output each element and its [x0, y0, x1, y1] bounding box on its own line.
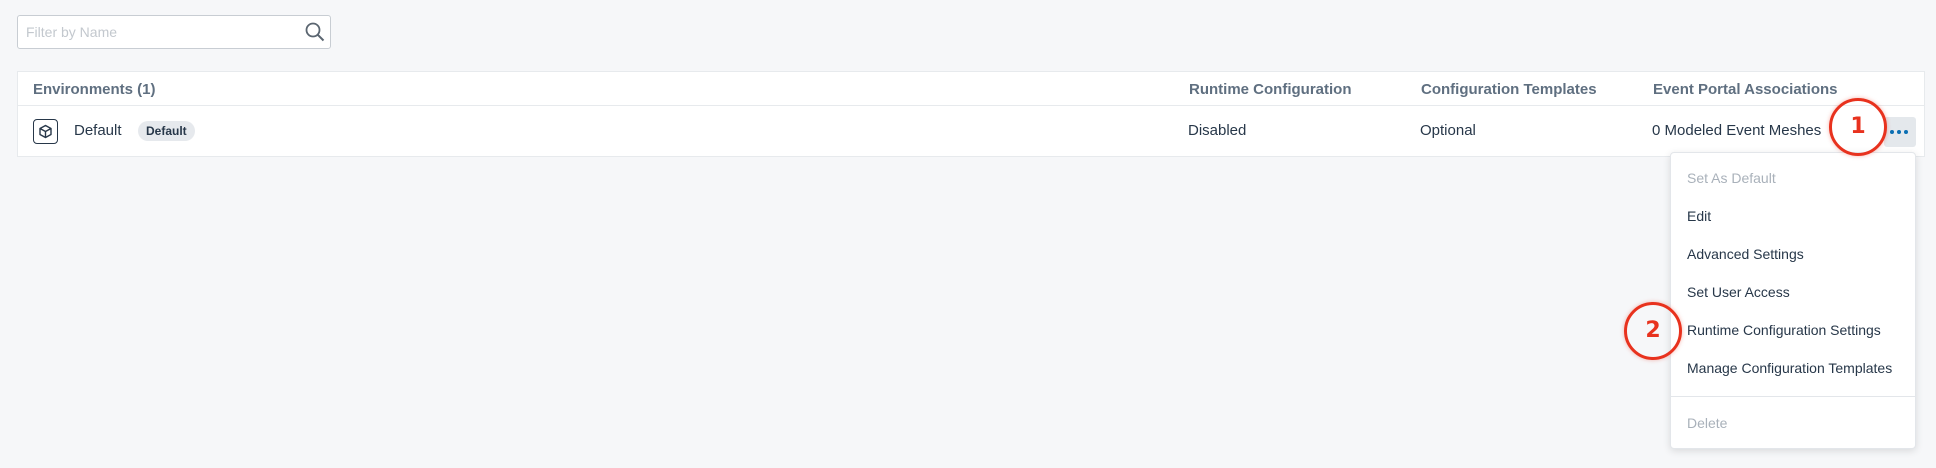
step-marker-2: 2 [1624, 302, 1682, 360]
environment-cube-icon [33, 119, 58, 144]
more-actions-button[interactable] [1884, 117, 1916, 147]
filter-search-box [17, 15, 331, 49]
table-row[interactable]: Default Default Disabled Optional 0 Mode… [18, 106, 1924, 157]
menu-item-set-user-access[interactable]: Set User Access [1687, 284, 1790, 300]
menu-divider [1671, 396, 1915, 397]
default-badge: Default [138, 121, 195, 141]
column-header-configuration-templates[interactable]: Configuration Templates [1421, 81, 1597, 98]
column-header-event-portal-associations[interactable]: Event Portal Associations [1653, 81, 1838, 98]
event-portal-associations-value[interactable]: 0 Modeled Event Meshes [1652, 122, 1821, 139]
menu-item-runtime-configuration-settings[interactable]: Runtime Configuration Settings [1687, 322, 1881, 338]
environments-table: Environments (1) Runtime Configuration C… [17, 71, 1925, 157]
runtime-configuration-value: Disabled [1188, 122, 1247, 139]
column-header-runtime-configuration[interactable]: Runtime Configuration [1189, 81, 1351, 98]
column-header-environments[interactable]: Environments (1) [33, 81, 156, 98]
configuration-templates-value: Optional [1420, 122, 1476, 139]
environment-name[interactable]: Default [74, 122, 122, 139]
table-header: Environments (1) Runtime Configuration C… [18, 72, 1924, 106]
step-marker-2-label: 2 [1645, 318, 1661, 343]
menu-item-advanced-settings[interactable]: Advanced Settings [1687, 246, 1804, 262]
actions-menu: Set As Default Edit Advanced Settings Se… [1670, 152, 1916, 449]
search-input[interactable] [18, 16, 294, 48]
menu-item-edit[interactable]: Edit [1687, 208, 1711, 224]
menu-item-set-as-default: Set As Default [1687, 170, 1776, 186]
menu-item-delete: Delete [1687, 415, 1728, 431]
step-marker-1-label: 1 [1850, 114, 1866, 139]
step-marker-1: 1 [1829, 98, 1887, 156]
search-icon[interactable] [304, 21, 326, 43]
menu-item-manage-configuration-templates[interactable]: Manage Configuration Templates [1687, 360, 1892, 376]
